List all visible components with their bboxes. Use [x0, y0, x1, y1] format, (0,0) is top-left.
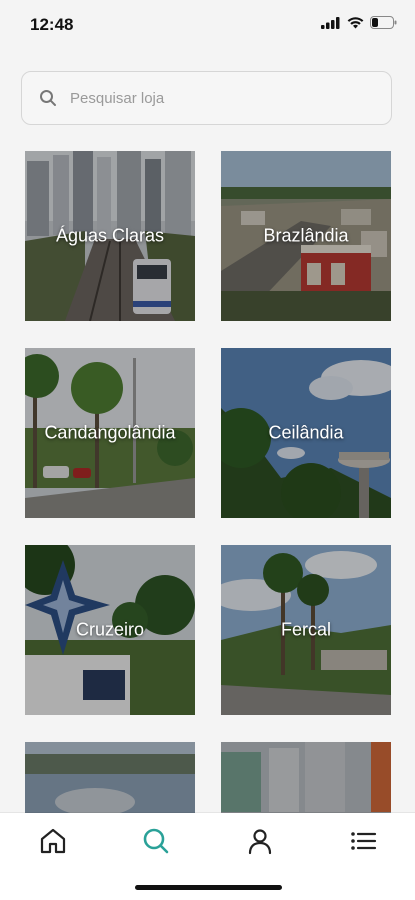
tile-overlay [25, 742, 195, 813]
search-input[interactable] [68, 88, 372, 108]
city-tile[interactable] [25, 742, 195, 813]
tab-profile[interactable] [245, 826, 275, 856]
city-tile-aguas-claras[interactable]: Águas Claras [25, 151, 195, 321]
tab-search[interactable] [141, 826, 171, 856]
city-tile-ceilandia[interactable]: Ceilândia [221, 348, 391, 518]
city-tile-fercal[interactable]: Fercal [221, 545, 391, 715]
wifi-icon [347, 16, 364, 28]
status-bar: 12:48 [0, 0, 415, 52]
search-icon [143, 828, 169, 854]
city-name: Águas Claras [55, 225, 165, 246]
home-indicator [135, 885, 282, 890]
home-icon [40, 828, 66, 854]
tile-overlay [221, 742, 391, 813]
signal-icon [321, 16, 340, 29]
status-time: 12:48 [30, 15, 74, 34]
city-tile[interactable] [221, 742, 391, 813]
tab-menu[interactable] [348, 826, 378, 856]
city-name: Cruzeiro [75, 619, 145, 640]
city-tile-brazlandia[interactable]: Brazlândia [221, 151, 391, 321]
status-icons [321, 16, 397, 29]
menu-list-icon [351, 832, 377, 850]
user-icon [248, 829, 272, 855]
city-grid: Águas Claras Brazlândia Candangolândia C… [25, 151, 391, 813]
search-box[interactable] [21, 71, 392, 125]
city-name: Ceilândia [268, 422, 344, 443]
city-tile-candangolandia[interactable]: Candangolândia [25, 348, 195, 518]
city-tile-cruzeiro[interactable]: Cruzeiro [25, 545, 195, 715]
city-name: Brazlândia [263, 225, 349, 246]
city-name: Fercal [280, 619, 331, 640]
battery-icon [370, 16, 397, 29]
search-icon [40, 90, 56, 106]
tab-home[interactable] [38, 826, 68, 856]
city-name: Candangolândia [44, 422, 176, 443]
